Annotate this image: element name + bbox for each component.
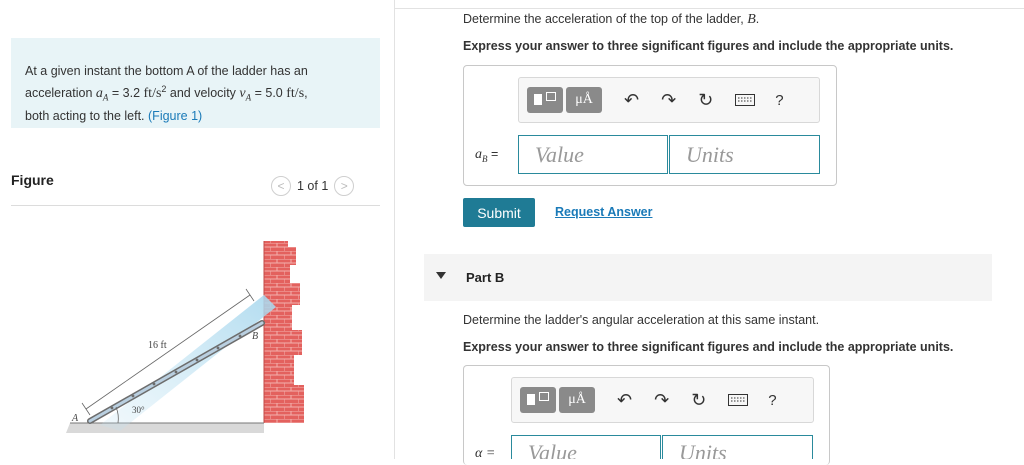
reset-button[interactable]: ↻ (698, 90, 713, 111)
accel-value: = 3.2 (111, 86, 141, 101)
request-answer-link[interactable]: Request Answer (555, 205, 652, 219)
problem-mid-text: and velocity (169, 86, 236, 101)
part-b-units-input[interactable]: Units (662, 435, 813, 459)
help-icon: ? (775, 91, 784, 109)
angle-label: 30° (132, 405, 145, 415)
problem-line3: both acting to the left. (25, 108, 145, 123)
part-a-prompt-symbol: B (747, 12, 756, 27)
part-a-units-input[interactable]: Units (669, 135, 820, 174)
accel-unit: ft/s (143, 86, 162, 102)
reset-button[interactable]: ↻ (691, 390, 706, 411)
redo-icon: ↷ (661, 89, 677, 110)
templates-button[interactable] (527, 87, 563, 113)
brick-wall (264, 241, 304, 423)
prev-figure-button[interactable]: < (271, 176, 291, 196)
keyboard-button[interactable] (735, 94, 756, 106)
part-a-var-label: aB = (475, 147, 498, 164)
redo-button[interactable]: ↷ (661, 90, 676, 111)
template-icon (534, 94, 542, 105)
part-b-toolbar: μÅ ↶ ↷ ↻ ? (511, 377, 814, 423)
template-icon (527, 394, 535, 405)
templates-button[interactable] (520, 387, 556, 413)
figure-divider (11, 205, 380, 206)
part-a-instruction: Express your answer to three significant… (463, 39, 954, 53)
reset-icon: ↻ (691, 389, 707, 410)
accel-symbol: a (95, 86, 103, 102)
point-b-label: B (252, 331, 258, 342)
undo-button[interactable]: ↶ (617, 390, 632, 411)
keyboard-button[interactable] (728, 394, 749, 406)
top-rule (394, 8, 1024, 9)
submit-button[interactable]: Submit (463, 198, 535, 227)
ladder-figure: 16 ft 30° A B (66, 241, 304, 433)
redo-button[interactable]: ↷ (654, 390, 669, 411)
next-figure-button[interactable]: > (334, 176, 355, 196)
part-b-title: Part B (466, 270, 505, 285)
chevron-right-icon: > (340, 179, 348, 193)
part-b-header[interactable] (424, 254, 992, 301)
figure-link[interactable]: (Figure 1) (148, 109, 202, 123)
part-a-var-sub: B (482, 153, 488, 164)
ladder (87, 320, 265, 424)
units-symbols-button[interactable]: μÅ (566, 87, 602, 113)
part-b-value-input[interactable]: Value (511, 435, 661, 459)
part-a-var-eq: = (491, 147, 499, 161)
accel-unit-exp: 2 (161, 84, 167, 94)
undo-icon: ↶ (617, 389, 633, 410)
keyboard-icon (735, 94, 756, 106)
mu-angstrom-icon: μÅ (575, 92, 593, 107)
problem-statement: At a given instant the bottom A of the l… (25, 62, 370, 125)
undo-icon: ↶ (624, 89, 640, 110)
pager-count: 1 of 1 (297, 179, 329, 193)
vel-unit: ft/s (286, 86, 305, 102)
chevron-left-icon: < (277, 179, 285, 193)
help-button[interactable]: ? (775, 92, 783, 109)
part-a-toolbar: μÅ ↶ ↷ ↻ ? (518, 77, 820, 123)
accel-subscript: A (102, 92, 109, 103)
column-divider (394, 0, 395, 459)
part-a-prompt-text: Determine the acceleration of the top of… (463, 12, 744, 26)
help-button[interactable]: ? (768, 392, 776, 409)
dimension-label: 16 ft (148, 340, 167, 351)
ground (66, 423, 264, 433)
figure-heading: Figure (11, 172, 54, 188)
undo-button[interactable]: ↶ (624, 90, 639, 111)
redo-icon: ↷ (654, 389, 670, 410)
part-a-prompt: Determine the acceleration of the top of… (463, 12, 760, 27)
problem-tail: , (304, 86, 308, 101)
vel-value: = 5.0 (254, 86, 283, 101)
part-b-instruction: Express your answer to three significant… (463, 340, 954, 354)
point-a-label: A (71, 413, 79, 424)
figure-pager: < 1 of 1 > (271, 175, 355, 197)
help-icon: ? (768, 391, 777, 409)
collapse-triangle-icon[interactable] (436, 272, 446, 279)
reset-icon: ↻ (698, 89, 714, 110)
keyboard-icon (728, 394, 749, 406)
units-symbols-button[interactable]: μÅ (559, 387, 595, 413)
part-a-var-symbol: a (475, 147, 482, 162)
vel-subscript: A (245, 92, 252, 103)
mu-angstrom-icon: μÅ (568, 392, 586, 407)
part-a-value-input[interactable]: Value (518, 135, 668, 174)
part-b-var-label: α = (475, 446, 496, 461)
part-b-prompt: Determine the ladder's angular accelerat… (463, 313, 820, 327)
